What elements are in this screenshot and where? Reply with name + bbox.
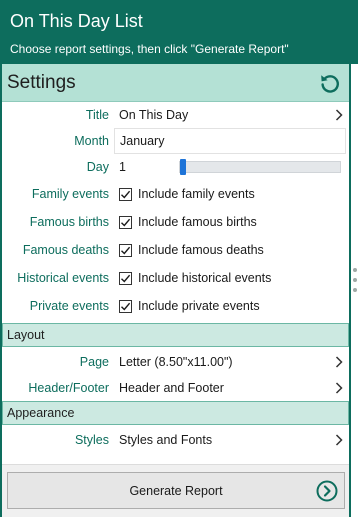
report-title: On This Day List	[10, 11, 143, 31]
historical-events-label: Historical events	[17, 271, 109, 285]
month-row: Month January	[2, 128, 349, 154]
chevron-right-icon	[335, 382, 343, 394]
family-events-option[interactable]: Include family events	[114, 180, 349, 208]
private-events-label: Private events	[29, 299, 109, 313]
title-row: Title On This Day	[2, 102, 349, 128]
page-selector[interactable]: Letter (8.50"x11.00")	[114, 349, 349, 375]
family-events-row: Family events Include family events	[2, 180, 349, 208]
famous-deaths-text: Include famous deaths	[138, 243, 264, 257]
report-header: On This Day List Choose report settings,…	[0, 0, 358, 64]
title-value: On This Day	[119, 108, 189, 122]
private-events-text: Include private events	[138, 299, 260, 313]
family-events-checkbox[interactable]	[119, 187, 132, 201]
famous-births-checkbox[interactable]	[119, 215, 132, 229]
styles-value: Styles and Fonts	[119, 433, 213, 447]
generate-report-label: Generate Report	[129, 483, 223, 498]
historical-events-checkbox[interactable]	[119, 271, 132, 285]
title-label: Title	[85, 108, 109, 122]
header-footer-selector[interactable]: Header and Footer	[114, 375, 349, 401]
header-footer-row: Header/Footer Header and Footer	[2, 375, 349, 401]
page-value: Letter (8.50"x11.00")	[119, 355, 233, 369]
styles-selector[interactable]: Styles and Fonts	[114, 427, 349, 453]
page-row: Page Letter (8.50"x11.00")	[2, 349, 349, 375]
layout-section-header: Layout	[2, 323, 349, 347]
day-label: Day	[86, 160, 109, 174]
family-events-text: Include family events	[138, 187, 255, 201]
layout-heading: Layout	[7, 328, 45, 342]
chevron-right-icon	[335, 434, 343, 446]
day-slider-thumb[interactable]	[180, 159, 186, 175]
private-events-checkbox[interactable]	[119, 299, 132, 313]
header-footer-label: Header/Footer	[28, 381, 109, 395]
page-label: Page	[79, 355, 109, 369]
day-control: 1	[114, 154, 349, 180]
arrow-right-circle-icon	[316, 480, 338, 502]
title-selector[interactable]: On This Day	[114, 102, 349, 128]
report-subtitle: Choose report settings, then click "Gene…	[10, 42, 289, 56]
day-row: Day 1	[2, 154, 349, 180]
month-input[interactable]: January	[114, 128, 346, 154]
private-events-option[interactable]: Include private events	[114, 292, 349, 320]
historical-events-option[interactable]: Include historical events	[114, 264, 349, 292]
appearance-section-header: Appearance	[2, 401, 349, 425]
reset-settings-button[interactable]	[317, 70, 343, 96]
famous-births-label: Famous births	[29, 215, 109, 229]
settings-panel: Settings Title On This Day Month January…	[0, 64, 351, 517]
resize-grip[interactable]	[351, 268, 358, 308]
generate-report-button[interactable]: Generate Report	[7, 472, 345, 509]
family-events-label: Family events	[31, 187, 109, 201]
day-slider-track[interactable]	[179, 159, 341, 175]
chevron-right-icon	[335, 356, 343, 368]
header-footer-value: Header and Footer	[119, 381, 224, 395]
month-value: January	[120, 134, 165, 148]
famous-births-option[interactable]: Include famous births	[114, 208, 349, 236]
private-events-row: Private events Include private events	[2, 292, 349, 320]
famous-births-row: Famous births Include famous births	[2, 208, 349, 236]
famous-births-text: Include famous births	[138, 215, 257, 229]
famous-deaths-label: Famous deaths	[22, 243, 109, 257]
month-label: Month	[74, 134, 109, 148]
chevron-right-icon	[335, 109, 343, 121]
settings-section-header: Settings	[2, 64, 349, 102]
famous-deaths-row: Famous deaths Include famous deaths	[2, 236, 349, 264]
historical-events-row: Historical events Include historical eve…	[2, 264, 349, 292]
settings-heading: Settings	[7, 71, 76, 93]
styles-label: Styles	[74, 433, 109, 447]
day-value[interactable]: 1	[119, 160, 179, 174]
famous-deaths-checkbox[interactable]	[119, 243, 132, 257]
report-footer: Generate Report	[2, 464, 349, 517]
refresh-icon	[321, 74, 339, 93]
appearance-heading: Appearance	[7, 406, 75, 420]
historical-events-text: Include historical events	[138, 271, 272, 285]
famous-deaths-option[interactable]: Include famous deaths	[114, 236, 349, 264]
styles-row: Styles Styles and Fonts	[2, 427, 349, 453]
